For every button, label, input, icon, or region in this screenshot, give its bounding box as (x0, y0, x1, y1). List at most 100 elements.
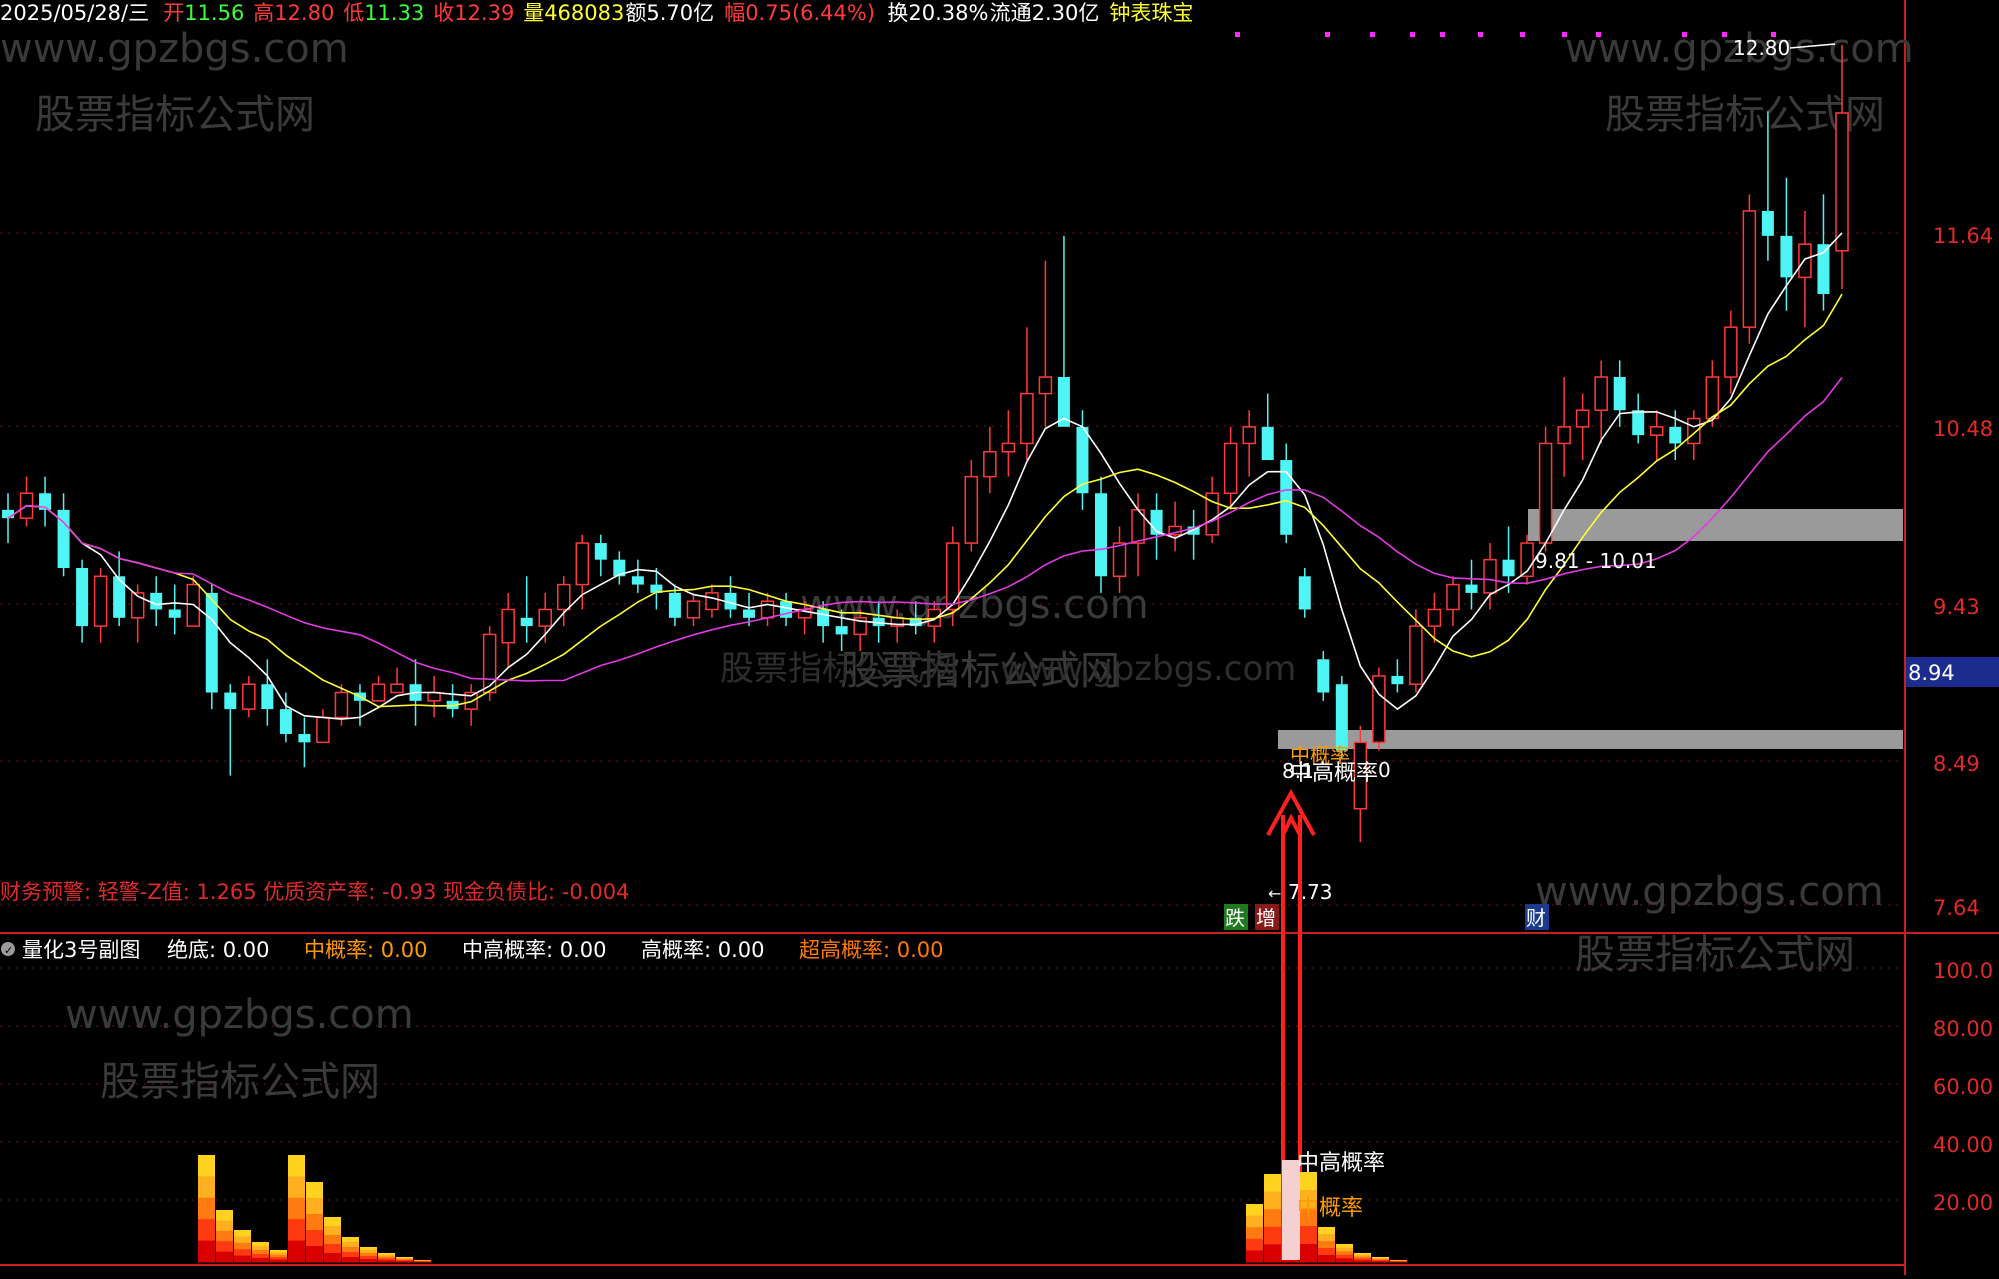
prob-bar-segment (252, 1250, 269, 1255)
prob-bar-segment (360, 1247, 377, 1251)
prob-bar-segment (1246, 1227, 1263, 1240)
candle-body (1261, 426, 1274, 461)
prob-bar-segment (1318, 1248, 1335, 1256)
prob-bar-segment (324, 1217, 341, 1227)
candle-body (1687, 417, 1701, 445)
watermark-url: www.gpzbgs.com (65, 992, 414, 1038)
watermark-url: www.gpzbgs.com (1535, 869, 1884, 915)
prob-bar-segment (234, 1255, 251, 1263)
price-tick: 11.64 (1933, 224, 1993, 248)
prob-bar-segment (288, 1155, 305, 1177)
prob-bar-segment (198, 1197, 215, 1220)
sub-axis: 100.0 80.00 60.00 40.00 20.00 (1933, 959, 1993, 1215)
candle-body (1705, 376, 1720, 420)
quote-header: 2025/05/28/三开 11.56 高 12.80 低 11.33 收 12.39 量 468… (0, 1, 1193, 25)
prob-bar-segment (1354, 1260, 1371, 1263)
header-field: 收 (433, 1, 454, 25)
ma-line (7, 293, 1843, 708)
prob-bar-segment (234, 1236, 251, 1244)
prob-bar-segment (288, 1197, 305, 1220)
prob-bar-segment (216, 1241, 233, 1253)
badge-fall[interactable]: 跌 (1225, 906, 1245, 930)
prob-bar-segment (1336, 1251, 1353, 1256)
event-dot (1410, 32, 1415, 37)
prob-bar-segment (360, 1256, 377, 1260)
prob-bar-segment (1336, 1258, 1353, 1263)
candle-body (1632, 410, 1645, 436)
candle-body (1761, 210, 1774, 236)
event-dot (1520, 32, 1525, 37)
sub-title: 量化3号副图 (22, 938, 140, 962)
price-tick: 8.49 (1933, 752, 1980, 776)
badge-finance[interactable]: 财 (1526, 906, 1546, 930)
candle-body (1575, 409, 1590, 428)
chart-canvas[interactable]: www.gpzbgs.com 股票指标公式网 www.gpzbgs.com 股票… (0, 0, 1999, 1275)
prob-bar-segment (288, 1240, 305, 1263)
prob-bar-segment (342, 1242, 359, 1248)
moving-averages (7, 232, 1843, 720)
prob-bar-segment (1336, 1247, 1353, 1252)
prob-bar-segment (1264, 1209, 1281, 1228)
sub-series-item: 绝底: 0.00 (167, 938, 270, 962)
prob-bar-segment (252, 1258, 269, 1263)
prob-bar-segment (1264, 1244, 1281, 1263)
candle-body (427, 691, 441, 702)
sub-tick: 20.00 (1933, 1191, 1993, 1215)
candle-body (1798, 243, 1812, 279)
candle-body (1372, 675, 1386, 744)
header-field: 额 (625, 1, 646, 25)
prob-bar-segment (1372, 1261, 1389, 1263)
candle-body (371, 683, 386, 702)
candle-body (1742, 210, 1757, 328)
candle-body (279, 709, 292, 735)
header-field: 流通 (990, 1, 1032, 25)
sub-series-item: 中高概率: 0.00 (462, 938, 607, 962)
sub-series-item: 高概率: 0.00 (641, 938, 765, 962)
prob-bar-segment (324, 1253, 341, 1263)
prob-bar-segment (306, 1214, 323, 1231)
watermark-name: 股票指标公式网 (100, 1059, 380, 1105)
price-tick: 7.64 (1933, 896, 1980, 920)
candle-body (1317, 659, 1330, 693)
prob-bar-segment (216, 1210, 233, 1221)
prob-bar-segment (216, 1220, 233, 1232)
prob-bar-segment (1318, 1241, 1335, 1249)
candle-body (1669, 426, 1682, 444)
badge-increase[interactable]: 增 (1256, 906, 1276, 930)
header-field: 高 (253, 1, 274, 25)
prob-bar-segment (306, 1182, 323, 1199)
prob-bar-segment (1300, 1226, 1317, 1245)
prob-bar-segment (198, 1219, 215, 1242)
sub-series-item: 中概率: 0.00 (304, 938, 428, 962)
probability-bars (198, 1155, 1407, 1263)
prob-bar-segment (198, 1155, 215, 1177)
candle-body (261, 684, 274, 710)
prob-bar-segment (324, 1244, 341, 1254)
prob-bar-segment (378, 1260, 395, 1263)
sub-marker-mid: 中概率 (1297, 1196, 1363, 1221)
candle-body (298, 734, 311, 743)
event-dot (1325, 32, 1330, 37)
header-field: 开 (163, 1, 184, 25)
candle-body (1001, 442, 1016, 453)
candle-body (1094, 493, 1107, 577)
prob-bar-segment (198, 1240, 215, 1263)
prob-bar-segment (342, 1252, 359, 1258)
header-field: 468083 (544, 1, 624, 25)
watermark-url: www.gpzbgs.com (800, 582, 1149, 628)
sub-series-item: 超高概率: 0.00 (799, 938, 944, 962)
header-field: 0.75(6.44%) (745, 1, 875, 25)
candle-body (1724, 326, 1738, 378)
low-marker: 7.73 (1288, 880, 1333, 904)
candle-body (482, 633, 497, 694)
prob-bar-segment (198, 1176, 215, 1199)
sub-tick: 100.0 (1933, 959, 1993, 983)
candle-body (964, 475, 979, 544)
watermark-name: 股票指标公式网 (35, 92, 315, 138)
prob-bar-segment (1264, 1191, 1281, 1210)
support-zone (1278, 730, 1903, 749)
price-tick: 9.43 (1933, 595, 1980, 619)
candle-body (835, 626, 848, 635)
candle-body (1594, 376, 1608, 411)
zone-lower-label-value: 0 (1378, 758, 1391, 782)
